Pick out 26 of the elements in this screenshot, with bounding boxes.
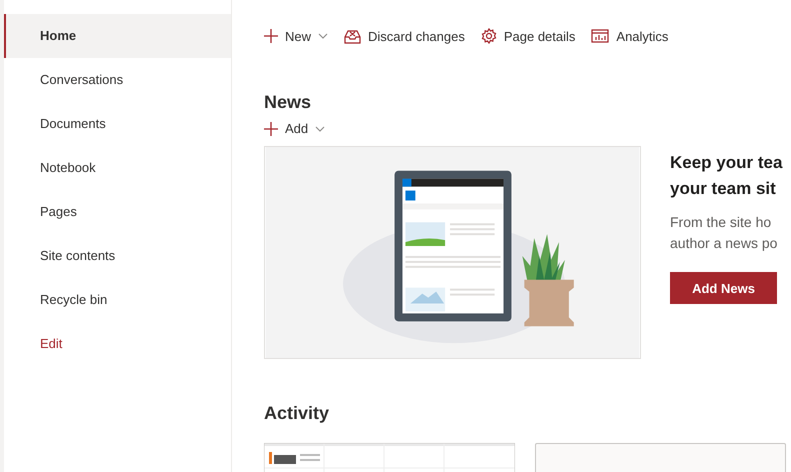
nav-link[interactable]: Site contents — [4, 234, 231, 278]
nav-link[interactable]: Documents — [4, 102, 231, 146]
command-button[interactable]: Page details — [480, 28, 576, 44]
edit-link[interactable]: Edit — [4, 322, 231, 366]
chart-icon — [591, 29, 610, 43]
plus-icon — [264, 29, 278, 43]
settings-icon — [480, 28, 497, 44]
section-heading: Activity — [264, 403, 330, 424]
add-button[interactable]: Add — [264, 121, 326, 136]
command-button[interactable]: Analytics — [591, 28, 668, 44]
command-button[interactable]: Discard changes — [344, 28, 465, 44]
command-button[interactable]: New — [264, 28, 328, 44]
caret-icon — [315, 126, 326, 132]
nav-link[interactable]: Pages — [4, 190, 231, 234]
add-news-button[interactable]: Add News — [670, 272, 777, 304]
nav-link[interactable]: Recycle bin — [4, 278, 231, 322]
tray-icon — [344, 28, 362, 44]
section-heading: News — [264, 92, 312, 113]
plus-icon — [264, 122, 278, 136]
promo-headline: Keep your tea your team sit — [670, 152, 784, 200]
nav-link[interactable]: Notebook — [4, 146, 231, 190]
nav-link[interactable]: Home — [4, 14, 231, 58]
caret-icon — [318, 33, 328, 39]
nav-link[interactable]: Conversations — [4, 58, 231, 102]
activity-card[interactable] — [535, 443, 786, 472]
promo-text: From the site ho author a news po — [670, 213, 778, 253]
